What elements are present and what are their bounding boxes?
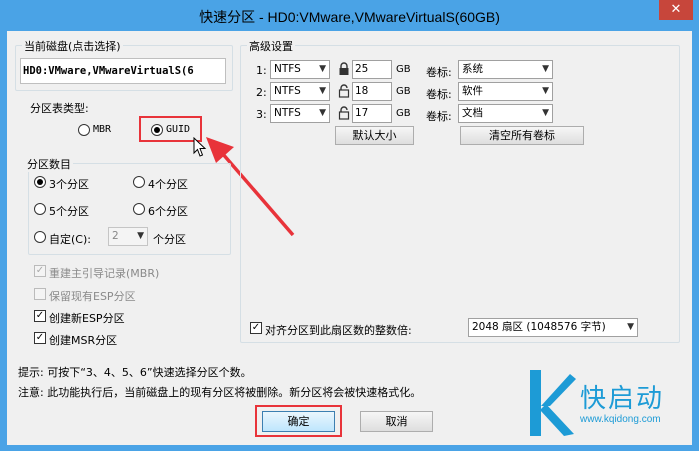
brand-url: www.kqidong.com	[580, 414, 661, 425]
create-msr-label[interactable]: 创建MSR分区	[49, 332, 117, 348]
partitions-4-radio[interactable]	[133, 176, 145, 188]
chevron-down-icon: ▼	[627, 322, 634, 332]
row-3-index: 3:	[256, 108, 267, 121]
chevron-down-icon: ▼	[542, 64, 549, 74]
custom-count-value: 2	[112, 230, 119, 242]
align-partitions-label[interactable]: 对齐分区到此扇区数的整数倍:	[265, 322, 412, 338]
chevron-down-icon: ▼	[319, 86, 326, 96]
row-1-volume-select[interactable]: 系统 ▼	[458, 60, 553, 79]
custom-count-select[interactable]: 2 ▼	[108, 227, 148, 246]
align-partitions-checkbox[interactable]: ✓	[250, 322, 262, 334]
lock-open-icon[interactable]	[338, 84, 350, 98]
partitions-custom-radio[interactable]	[34, 231, 46, 243]
row-3-unit: GB	[396, 108, 411, 119]
mbr-label[interactable]: MBR	[93, 124, 111, 135]
partitions-3-radio[interactable]	[34, 176, 46, 188]
lock-closed-icon[interactable]	[338, 62, 350, 76]
row-2-size-input[interactable]: 18	[352, 82, 392, 101]
current-disk-selector[interactable]: HD0:VMware,VMwareVirtualS(6	[20, 58, 226, 84]
partition-table-label: 分区表类型:	[30, 102, 89, 115]
warning-text: 注意: 此功能执行后，当前磁盘上的现有分区将被删除。新分区将会被快速格式化。	[18, 386, 422, 399]
chevron-down-icon: ▼	[319, 108, 326, 118]
row-1-filesystem-select[interactable]: NTFS ▼	[270, 60, 330, 79]
lock-open-icon[interactable]	[338, 106, 350, 120]
window-title: 快速分区 - HD0:VMware,VMwareVirtualS(60GB)	[199, 9, 500, 25]
close-icon: ✕	[670, 2, 682, 17]
current-disk-group-title: 当前磁盘(点击选择)	[22, 38, 123, 54]
row-3-volume-value: 文档	[462, 107, 483, 119]
row-3-filesystem-value: NTFS	[274, 107, 301, 119]
partitions-custom-label[interactable]: 自定(C):	[49, 231, 91, 247]
row-2-filesystem-value: NTFS	[274, 85, 301, 97]
row-2-unit: GB	[396, 86, 411, 97]
keep-esp-label[interactable]: 保留现有ESP分区	[49, 288, 136, 304]
align-sector-select[interactable]: 2048 扇区 (1048576 字节) ▼	[468, 318, 638, 337]
tip-text: 提示: 可按下“3、4、5、6”快速选择分区个数。	[18, 366, 252, 379]
mbr-radio[interactable]	[78, 124, 90, 136]
advanced-settings-title: 高级设置	[247, 38, 295, 54]
row-3-filesystem-select[interactable]: NTFS ▼	[270, 104, 330, 123]
row-1-index: 1:	[256, 64, 267, 77]
row-2-volume-select[interactable]: 软件 ▼	[458, 82, 553, 101]
row-3-volume-select[interactable]: 文档 ▼	[458, 104, 553, 123]
chevron-down-icon: ▼	[542, 108, 549, 118]
partitions-5-label[interactable]: 5个分区	[49, 203, 89, 219]
brand-logo-icon	[530, 370, 576, 436]
cancel-button[interactable]: 取消	[360, 411, 433, 432]
partitions-6-label[interactable]: 6个分区	[148, 203, 188, 219]
chevron-down-icon: ▼	[542, 86, 549, 96]
custom-count-suffix: 个分区	[153, 233, 186, 246]
align-sector-value: 2048 扇区 (1048576 字节)	[472, 321, 606, 333]
row-2-volume-value: 软件	[462, 85, 483, 97]
row-1-volume-value: 系统	[462, 63, 483, 75]
row-1-volume-label-text: 卷标:	[426, 66, 452, 79]
default-size-button[interactable]: 默认大小	[335, 126, 414, 145]
partitions-3-label[interactable]: 3个分区	[49, 176, 89, 192]
rebuild-mbr-checkbox[interactable]: ✓	[34, 265, 46, 277]
clear-all-labels-button[interactable]: 清空所有卷标	[460, 126, 584, 145]
ok-button[interactable]: 确定	[262, 411, 335, 432]
close-button[interactable]: ✕	[659, 0, 693, 20]
row-2-index: 2:	[256, 86, 267, 99]
row-2-filesystem-select[interactable]: NTFS ▼	[270, 82, 330, 101]
guid-label[interactable]: GUID	[166, 124, 190, 135]
rebuild-mbr-label[interactable]: 重建主引导记录(MBR)	[49, 265, 159, 281]
row-1-filesystem-value: NTFS	[274, 63, 301, 75]
chevron-down-icon: ▼	[137, 231, 144, 241]
partition-count-group-title: 分区数目	[25, 156, 73, 172]
guid-radio[interactable]	[151, 124, 163, 136]
create-msr-checkbox[interactable]: ✓	[34, 332, 46, 344]
title-bar[interactable]: 快速分区 - HD0:VMware,VMwareVirtualS(60GB) ✕	[0, 0, 699, 32]
row-3-size-input[interactable]: 17	[352, 104, 392, 123]
create-esp-label[interactable]: 创建新ESP分区	[49, 310, 125, 326]
partitions-6-radio[interactable]	[133, 203, 145, 215]
create-esp-checkbox[interactable]: ✓	[34, 310, 46, 322]
row-1-unit: GB	[396, 64, 411, 75]
row-1-size-input[interactable]: 25	[352, 60, 392, 79]
row-3-volume-label-text: 卷标:	[426, 110, 452, 123]
partitions-4-label[interactable]: 4个分区	[148, 176, 188, 192]
brand-name: 快启动	[580, 384, 665, 414]
row-2-volume-label-text: 卷标:	[426, 88, 452, 101]
keep-esp-checkbox[interactable]	[34, 288, 46, 300]
partitions-5-radio[interactable]	[34, 203, 46, 215]
chevron-down-icon: ▼	[319, 64, 326, 74]
